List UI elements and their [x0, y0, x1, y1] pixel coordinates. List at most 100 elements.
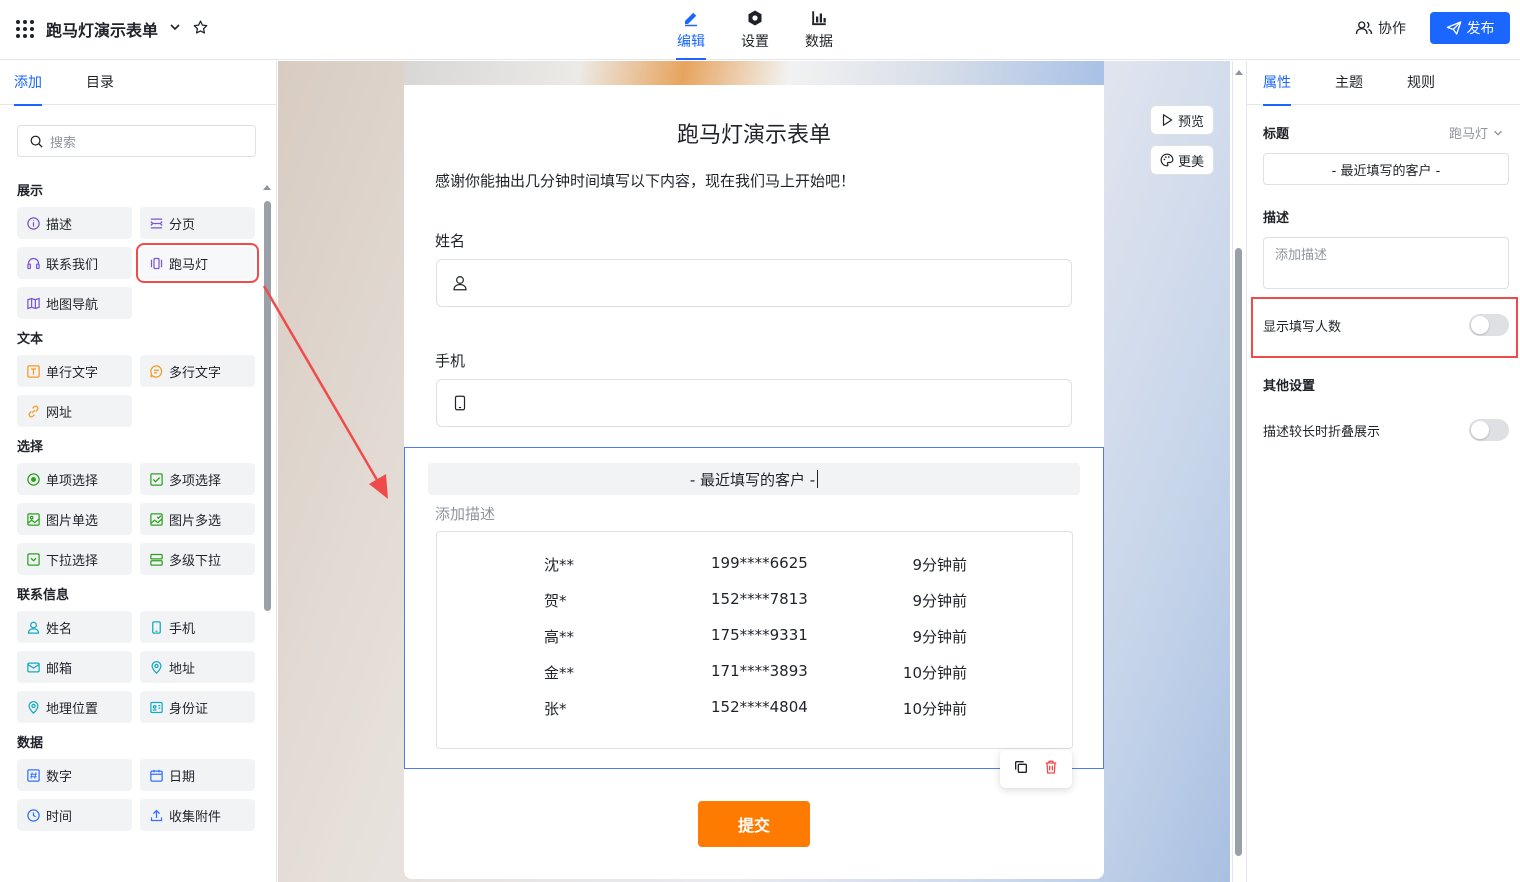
star-icon[interactable]	[192, 19, 209, 40]
marquee-time: 9分钟前	[912, 628, 967, 646]
component-item[interactable]: 身份证	[140, 691, 255, 723]
beautify-button[interactable]: 更美	[1150, 145, 1214, 175]
component-item[interactable]: 多行文字	[140, 355, 255, 387]
comment-icon	[149, 364, 164, 379]
image-icon	[26, 512, 41, 527]
component-item-label: 单项选择	[46, 473, 99, 489]
canvas-scrollbar-thumb[interactable]	[1235, 248, 1242, 856]
component-item-label: 图片多选	[169, 513, 222, 529]
component-item-label: 地址	[169, 661, 196, 677]
component-actions	[1000, 750, 1072, 788]
field-name-label[interactable]: 姓名	[435, 230, 465, 251]
publish-button[interactable]: 发布	[1430, 12, 1510, 44]
component-item-label: 单行文字	[46, 365, 99, 381]
title-input[interactable]: - 最近填写的客户 -	[1263, 153, 1509, 185]
component-item-label: 多级下拉	[169, 553, 222, 569]
component-item[interactable]: 分页	[140, 207, 255, 239]
map-icon	[26, 296, 41, 311]
tab-settings[interactable]: 设置	[734, 0, 776, 60]
marquee-description[interactable]: 添加描述	[435, 503, 495, 524]
top-bar: 跑马灯演示表单 编辑 设置 数据 协作 发布	[0, 0, 1520, 60]
image-multi-icon	[149, 512, 164, 527]
component-item-label: 身份证	[169, 701, 209, 717]
component-item[interactable]: 地理位置	[17, 691, 132, 723]
copy-icon[interactable]	[1013, 759, 1029, 779]
name-input[interactable]	[436, 259, 1072, 307]
chevron-down-icon[interactable]	[168, 20, 182, 38]
marquee-component[interactable]: - 最近填写的客户 - 添加描述 沈** 199****6625 9分钟前 贺* 152…	[404, 447, 1104, 769]
tab-edit[interactable]: 编辑	[670, 0, 712, 60]
marquee-row: 沈** 199****6625 9分钟前	[437, 554, 1074, 578]
component-item[interactable]: 单行文字	[17, 355, 132, 387]
marquee-time: 10分钟前	[902, 700, 967, 718]
marquee-row: 张* 152****4804 10分钟前	[437, 698, 1074, 722]
user-icon	[453, 276, 467, 291]
preview-button[interactable]: 预览	[1150, 105, 1214, 135]
phone-icon	[149, 620, 164, 635]
component-grid: 姓名 手机邮箱 地址地理位置 身份证	[17, 611, 257, 723]
show-count-toggle[interactable]	[1469, 314, 1509, 336]
component-grid: 数字 日期 时间 收集附件	[17, 759, 257, 831]
tab-outline[interactable]: 目录	[86, 61, 114, 105]
canvas-scroll-up-icon[interactable]	[1235, 70, 1243, 75]
scroll-up-arrow-icon[interactable]	[263, 185, 271, 190]
form-title[interactable]: 跑马灯演示表单	[404, 117, 1104, 149]
component-item[interactable]: 收集附件	[140, 799, 255, 831]
apps-grid-icon[interactable]	[16, 20, 34, 38]
component-item[interactable]: 日期	[140, 759, 255, 791]
description-input[interactable]: 添加描述	[1263, 237, 1509, 289]
marquee-icon	[149, 256, 164, 271]
component-item[interactable]: 数字	[17, 759, 132, 791]
submit-button[interactable]: 提交	[698, 801, 810, 847]
component-item[interactable]: 跑马灯	[136, 243, 259, 283]
trash-icon[interactable]	[1043, 759, 1059, 779]
tab-theme[interactable]: 主题	[1335, 61, 1363, 105]
collapse-toggle[interactable]	[1469, 419, 1509, 441]
marquee-name: 高**	[544, 628, 575, 646]
other-settings-label: 其他设置	[1263, 379, 1316, 394]
component-item[interactable]: 姓名	[17, 611, 132, 643]
component-item[interactable]: 描述	[17, 207, 132, 239]
component-item-label: 手机	[169, 621, 196, 637]
collaborate-button[interactable]: 协作	[1355, 18, 1406, 38]
form-description[interactable]: 感谢你能抽出几分钟时间填写以下内容，现在我们马上开始吧！	[435, 170, 855, 191]
pagination-icon	[149, 216, 164, 231]
phone-input[interactable]	[436, 379, 1072, 427]
tab-data[interactable]: 数据	[798, 0, 840, 60]
search-icon	[30, 135, 43, 148]
radio-icon	[26, 472, 41, 487]
component-item[interactable]: 多项选择	[140, 463, 255, 495]
component-item[interactable]: 多级下拉	[140, 543, 255, 575]
link-icon	[26, 404, 41, 419]
collapse-row: 描述较长时折叠展示	[1263, 418, 1509, 442]
component-item[interactable]: 地址	[140, 651, 255, 683]
tab-properties[interactable]: 属性	[1263, 61, 1291, 106]
component-item[interactable]: 时间	[17, 799, 132, 831]
component-item[interactable]: 邮箱	[17, 651, 132, 683]
component-item-label: 数字	[46, 769, 73, 785]
component-item[interactable]: 下拉选择	[17, 543, 132, 575]
section-title: 联系信息	[17, 588, 70, 603]
component-item[interactable]: 地图导航	[17, 287, 132, 319]
marquee-name: 贺*	[544, 592, 567, 610]
search-input[interactable]: 搜索	[17, 125, 256, 157]
form-name-title[interactable]: 跑马灯演示表单	[46, 17, 158, 41]
left-scrollbar-thumb[interactable]	[264, 201, 271, 611]
component-item[interactable]: 手机	[140, 611, 255, 643]
tab-rules[interactable]: 规则	[1407, 61, 1435, 105]
phone-icon	[454, 395, 466, 411]
component-item[interactable]: 单项选择	[17, 463, 132, 495]
component-item[interactable]: 图片多选	[140, 503, 255, 535]
component-item[interactable]: 图片单选	[17, 503, 132, 535]
component-item[interactable]: 网址	[17, 395, 132, 427]
text-cursor	[817, 470, 819, 488]
component-type-select[interactable]: 跑马灯	[1449, 123, 1504, 142]
marquee-title[interactable]: - 最近填写的客户 -	[428, 463, 1080, 495]
pin-icon	[26, 700, 41, 715]
marquee-row: 贺* 152****7813 9分钟前	[437, 590, 1074, 614]
field-phone-label[interactable]: 手机	[435, 350, 465, 371]
component-item[interactable]: 联系我们	[17, 247, 132, 279]
right-panel-tabs: 属性 主题 规则	[1247, 61, 1520, 106]
tab-add[interactable]: 添加	[14, 61, 42, 106]
upload-icon	[149, 808, 164, 823]
